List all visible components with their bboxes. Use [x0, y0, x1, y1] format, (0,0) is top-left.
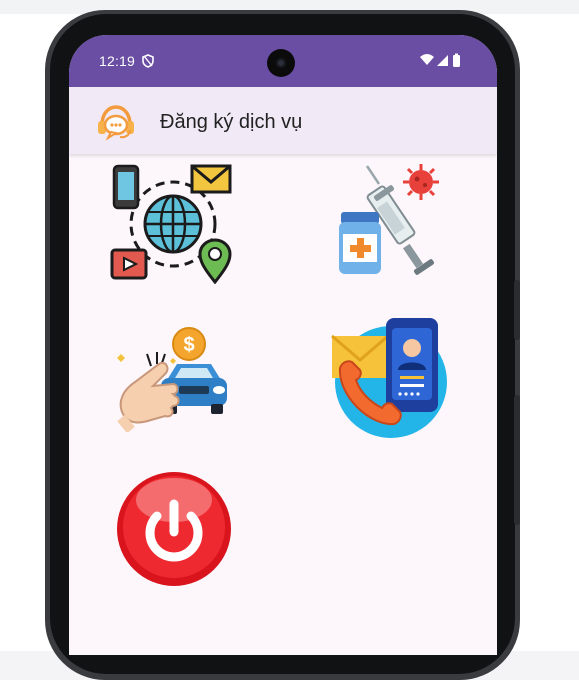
phone-volume-button: [514, 395, 520, 525]
support-headset-logo-icon: [98, 105, 134, 141]
power-exit-icon: [117, 472, 231, 586]
app-title: Đăng ký dịch vụ: [160, 111, 303, 133]
car-booking-payment-icon: $: [117, 327, 227, 434]
virus-icon: [403, 164, 439, 200]
power-exit-tile[interactable]: [115, 470, 233, 588]
vaccine-medicine-icon: [339, 164, 439, 275]
vpn-shield-icon: [142, 54, 154, 68]
service-grid: $: [69, 154, 497, 654]
phone-power-button: [514, 280, 520, 340]
signal-icon: [437, 55, 448, 66]
medicine-bottle-icon: [339, 212, 381, 274]
vaccine-medicine-tile[interactable]: [337, 162, 447, 280]
status-time: 12:19: [99, 53, 136, 69]
svg-text:$: $: [183, 334, 194, 356]
phone-screen: 12:19 Đăng ký dịch vụ $: [69, 35, 497, 655]
network-services-tile[interactable]: [106, 162, 236, 285]
front-camera: [267, 49, 295, 77]
status-bar: 12:19: [69, 35, 497, 87]
network-services-icon: [110, 164, 232, 285]
battery-icon: [453, 55, 460, 67]
contact-phone-tile[interactable]: [330, 316, 452, 438]
contact-phone-icon: [331, 318, 447, 438]
status-icons: [420, 53, 460, 67]
app-bar: Đăng ký dịch vụ: [69, 87, 497, 154]
car-booking-tile[interactable]: $: [113, 324, 233, 434]
wifi-icon: [420, 54, 434, 65]
pointing-hand-icon: [117, 362, 180, 434]
